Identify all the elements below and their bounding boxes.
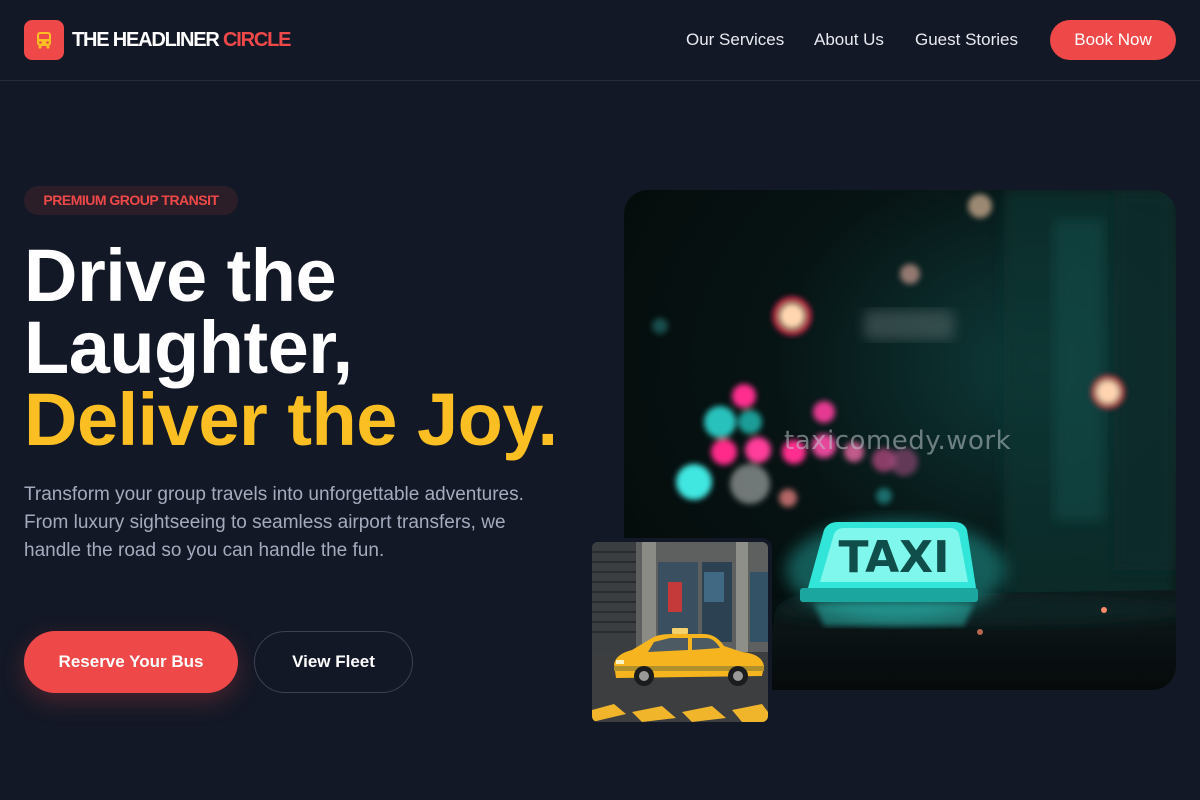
- headline-line-1: Drive the: [24, 234, 337, 317]
- yellow-taxi-illustration: [592, 542, 768, 722]
- book-now-button[interactable]: Book Now: [1050, 20, 1176, 60]
- hero-description: Transform your group travels into unforg…: [24, 484, 524, 561]
- hero-badge: PREMIUM GROUP TRANSIT: [24, 186, 238, 215]
- view-fleet-button[interactable]: View Fleet: [254, 631, 413, 693]
- headline-line-3: Deliver the Joy.: [24, 378, 558, 461]
- nav-guest-stories[interactable]: Guest Stories: [915, 30, 1018, 50]
- nav-our-services[interactable]: Our Services: [686, 30, 784, 50]
- taxi-sign-text: TAXI: [839, 532, 950, 583]
- bus-icon: [37, 32, 51, 49]
- yellow-taxi-image: [588, 538, 772, 726]
- hero-headline: Drive the Laughter, Deliver the Joy.: [24, 234, 594, 461]
- page: THE HEADLINER CIRCLE Our Services About …: [0, 0, 1200, 800]
- headline-line-2: Laughter,: [24, 306, 353, 389]
- logo-badge[interactable]: [24, 20, 64, 60]
- site-header: THE HEADLINER CIRCLE Our Services About …: [0, 0, 1200, 81]
- image-watermark: taxicomedy.work: [784, 426, 1012, 456]
- nav-about-us[interactable]: About Us: [814, 30, 884, 50]
- site-logo[interactable]: THE HEADLINER CIRCLE: [72, 28, 291, 52]
- logo-text-accent: CIRCLE: [223, 29, 291, 51]
- logo-text-primary: THE HEADLINER: [72, 29, 220, 51]
- reserve-bus-button[interactable]: Reserve Your Bus: [24, 631, 238, 693]
